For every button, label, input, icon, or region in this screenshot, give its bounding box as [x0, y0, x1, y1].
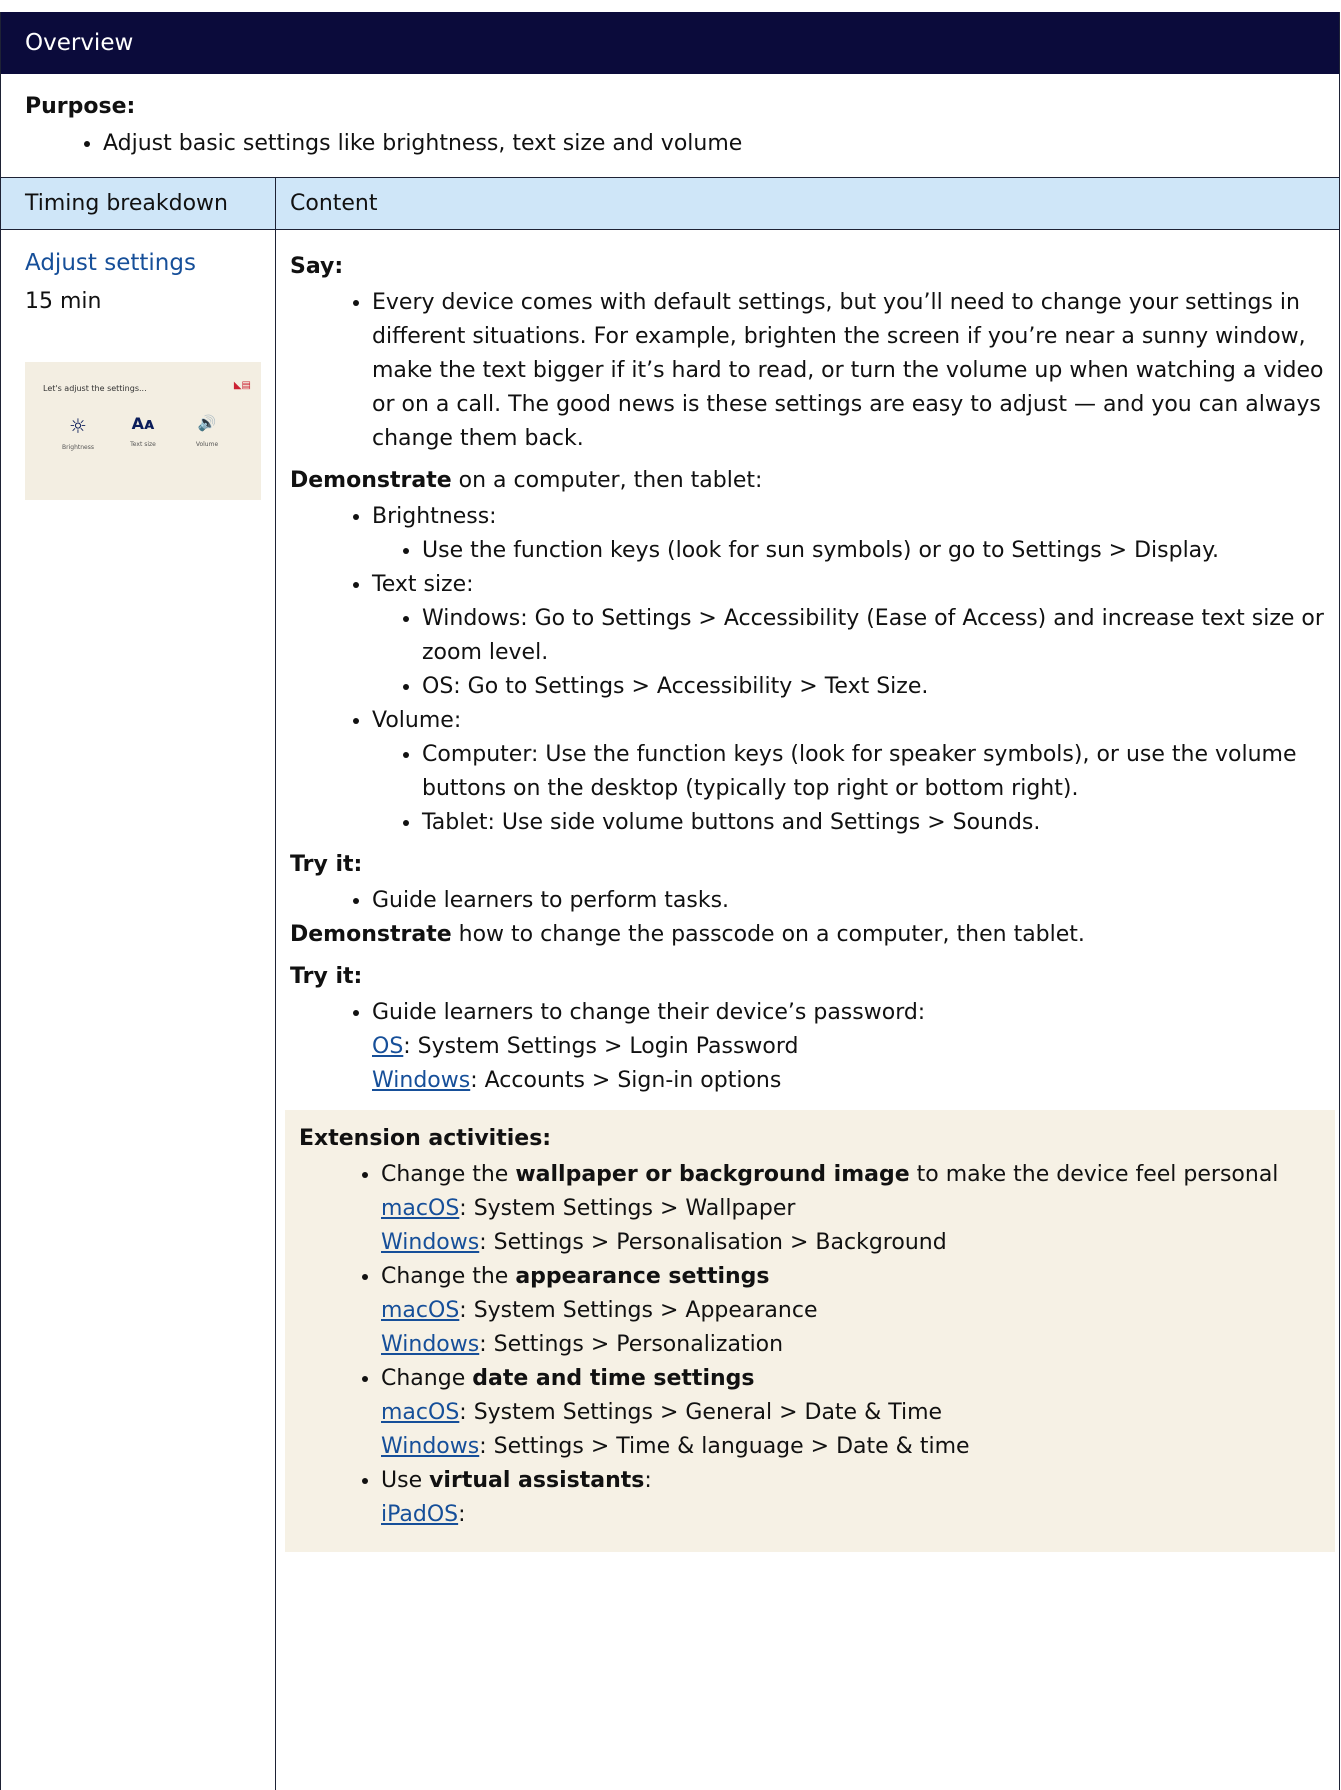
extension-activities-box: Extension activities: Change the wallpap… — [285, 1110, 1335, 1552]
macos-link[interactable]: macOS — [381, 1298, 459, 1323]
try-it-list-2: Guide learners to change their device’s … — [290, 996, 1339, 1098]
section-title: Adjust settings — [25, 250, 196, 276]
macos-link[interactable]: macOS — [381, 1196, 459, 1221]
password-os-line: OS: System Settings > Login Password — [372, 1034, 799, 1059]
demo-settings-list: Brightness: Use the function keys (look … — [290, 500, 1339, 840]
content-cell: Say: Every device comes with default set… — [276, 230, 1339, 1790]
volume-icon: 🔊 Volume — [195, 414, 219, 448]
windows-link[interactable]: Windows — [381, 1332, 479, 1357]
try-it-label-2: Try it: — [290, 964, 363, 989]
brightness-icon: ☼ Brightness — [62, 414, 94, 451]
text-size-item: Text size: Windows: Go to Settings > Acc… — [372, 568, 1339, 704]
extension-label: Extension activities: — [299, 1126, 552, 1151]
demonstrate-line-1: Demonstrate on a computer, then tablet: — [290, 468, 763, 493]
document-page: Overview Purpose: Adjust basic settings … — [0, 0, 1341, 1790]
column-header-row: Timing breakdown Content — [1, 178, 1339, 230]
say-list: Every device comes with default settings… — [290, 286, 1339, 456]
password-windows-line: Windows: Accounts > Sign-in options — [372, 1068, 782, 1093]
ipados-link[interactable]: iPadOS — [381, 1502, 458, 1527]
timing-column-header: Timing breakdown — [1, 178, 276, 229]
brightness-detail: Use the function keys (look for sun symb… — [422, 534, 1339, 568]
purpose-item: Adjust basic settings like brightness, t… — [103, 129, 1315, 159]
section-row: Adjust settings 15 min Let's adjust the … — [1, 230, 1339, 1790]
demonstrate-line-2: Demonstrate how to change the passcode o… — [290, 922, 1085, 947]
purpose-section: Purpose: Adjust basic settings like brig… — [1, 74, 1339, 178]
slide-thumbnail: Let's adjust the settings... ◣▤ ☼ Bright… — [25, 362, 261, 500]
content-column-header: Content — [290, 191, 378, 216]
os-link[interactable]: OS — [372, 1034, 403, 1059]
purpose-list: Adjust basic settings like brightness, t… — [25, 129, 1315, 159]
timing-cell: Adjust settings 15 min Let's adjust the … — [1, 230, 276, 1790]
say-label: Say: — [290, 254, 344, 279]
date-time-item: Change date and time settings macOS: Sys… — [381, 1362, 1335, 1464]
brand-logo-icon: ◣▤ — [233, 380, 251, 391]
try-it-list-1: Guide learners to perform tasks. — [290, 884, 1339, 918]
section-duration: 15 min — [25, 289, 102, 314]
macos-link[interactable]: macOS — [381, 1400, 459, 1425]
windows-link[interactable]: Windows — [381, 1230, 479, 1255]
extension-list: Change the wallpaper or background image… — [299, 1158, 1335, 1532]
text-size-os: OS: Go to Settings > Accessibility > Tex… — [422, 670, 1339, 704]
text-size-windows: Windows: Go to Settings > Accessibility … — [422, 602, 1339, 670]
try-it-item-1: Guide learners to perform tasks. — [372, 884, 1339, 918]
lesson-table: Overview Purpose: Adjust basic settings … — [0, 12, 1340, 1790]
say-text: Every device comes with default settings… — [372, 286, 1339, 456]
try-it-label-1: Try it: — [290, 852, 363, 877]
windows-link[interactable]: Windows — [372, 1068, 470, 1093]
thumbnail-title: Let's adjust the settings... — [43, 384, 147, 393]
virtual-assistants-item: Use virtual assistants: iPadOS: — [381, 1464, 1335, 1532]
appearance-item: Change the appearance settings macOS: Sy… — [381, 1260, 1335, 1362]
brightness-item: Brightness: Use the function keys (look … — [372, 500, 1339, 568]
volume-tablet: Tablet: Use side volume buttons and Sett… — [422, 806, 1339, 840]
volume-item: Volume: Computer: Use the function keys … — [372, 704, 1339, 840]
text-size-icon: Aᴀ Text size — [130, 414, 156, 448]
overview-header: Overview — [1, 12, 1339, 74]
wallpaper-item: Change the wallpaper or background image… — [381, 1158, 1335, 1260]
windows-link[interactable]: Windows — [381, 1434, 479, 1459]
purpose-label: Purpose: — [25, 94, 136, 119]
volume-computer: Computer: Use the function keys (look fo… — [422, 738, 1339, 806]
try-it-item-2: Guide learners to change their device’s … — [372, 996, 1339, 1098]
